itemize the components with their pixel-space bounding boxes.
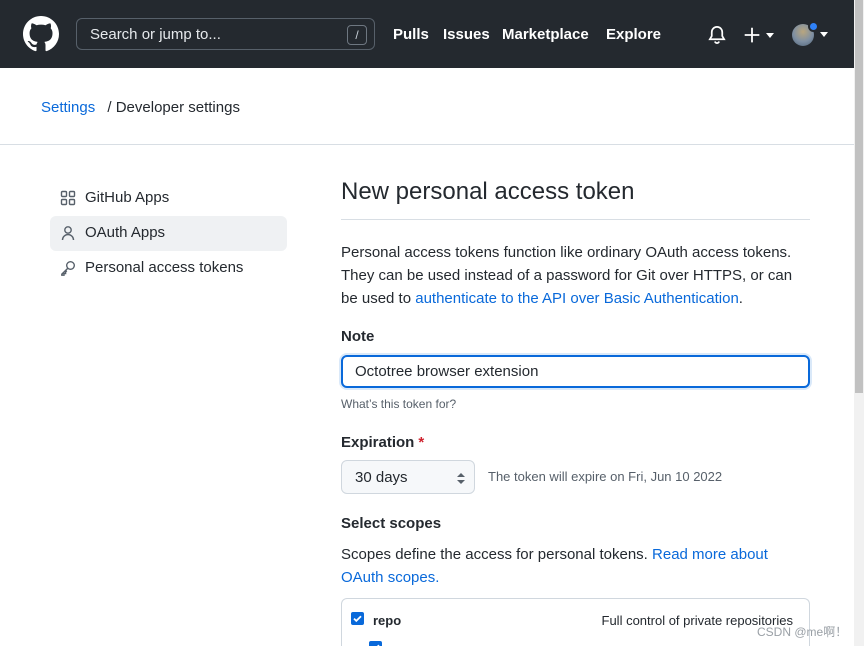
breadcrumb: Settings / Developer settings (41, 99, 240, 116)
page-scrollbar[interactable] (854, 0, 864, 646)
create-new-dropdown[interactable] (743, 24, 777, 46)
nav-pulls[interactable]: Pulls (393, 26, 429, 43)
nav-marketplace[interactable]: Marketplace (502, 26, 589, 43)
search-placeholder: Search or jump to... (90, 26, 221, 43)
select-arrows-icon (457, 473, 465, 484)
github-logo-icon[interactable] (23, 16, 59, 52)
nav-issues[interactable]: Issues (443, 26, 490, 43)
basic-auth-link[interactable]: authenticate to the API over Basic Authe… (415, 290, 739, 307)
title-divider (341, 219, 810, 220)
global-header: Search or jump to... / Pulls Issues Mark… (0, 0, 854, 68)
sidebar-item-label: Personal access tokens (85, 259, 244, 276)
scope-sub-checkbox[interactable] (369, 641, 382, 646)
note-hint: What’s this token for? (341, 397, 457, 411)
scrollbar-thumb[interactable] (855, 0, 863, 393)
breadcrumb-separator: / (107, 99, 112, 116)
sidebar-item-oauth-apps[interactable]: OAuth Apps (50, 216, 287, 251)
breadcrumb-settings-link[interactable]: Settings (41, 99, 95, 116)
checkmark-icon (376, 644, 380, 646)
scope-repo-checkbox[interactable] (351, 612, 364, 625)
scopes-list: repo Full control of private repositorie… (341, 598, 810, 646)
page-title: New personal access token (341, 178, 635, 205)
search-shortcut-key: / (347, 25, 367, 45)
expiration-select[interactable]: 30 days (341, 460, 475, 494)
notifications-bell-icon[interactable] (707, 25, 727, 45)
expiration-selected-value: 30 days (355, 469, 408, 486)
note-input[interactable] (341, 355, 810, 388)
chevron-down-icon (766, 33, 774, 38)
expiration-label-text: Expiration (341, 434, 415, 451)
intro-paragraph: Personal access tokens function like ord… (341, 241, 811, 310)
checkmark-icon (353, 615, 362, 623)
breadcrumb-current: Developer settings (115, 99, 240, 116)
sidebar-item-label: OAuth Apps (85, 224, 166, 241)
expiration-note: The token will expire on Fri, Jun 10 202… (488, 469, 723, 484)
apps-grid-icon (60, 190, 76, 206)
sidebar-item-label: GitHub Apps (85, 189, 170, 206)
key-icon (61, 261, 75, 276)
note-label: Note (341, 328, 375, 345)
required-marker: * (418, 434, 425, 451)
scopes-text: Scopes define the access for personal to… (341, 546, 653, 563)
sidebar-item-github-apps[interactable]: GitHub Apps (50, 181, 287, 216)
sidebar-item-personal-access-tokens[interactable]: Personal access tokens (50, 251, 287, 286)
notification-dot (808, 21, 819, 32)
scopes-label: Select scopes (341, 515, 442, 532)
chevron-down-icon (820, 32, 828, 37)
scopes-description: Scopes define the access for personal to… (341, 543, 811, 589)
person-icon (61, 226, 75, 241)
scope-name: repo (373, 613, 402, 628)
user-menu[interactable] (792, 21, 830, 48)
breadcrumb-divider (0, 144, 854, 145)
watermark: CSDN @me啊！ (757, 625, 848, 639)
expiration-label: Expiration * (341, 434, 424, 451)
intro-end: . (738, 290, 743, 307)
nav-explore[interactable]: Explore (606, 26, 661, 43)
plus-icon (744, 27, 760, 43)
search-input[interactable]: Search or jump to... / (76, 18, 375, 50)
